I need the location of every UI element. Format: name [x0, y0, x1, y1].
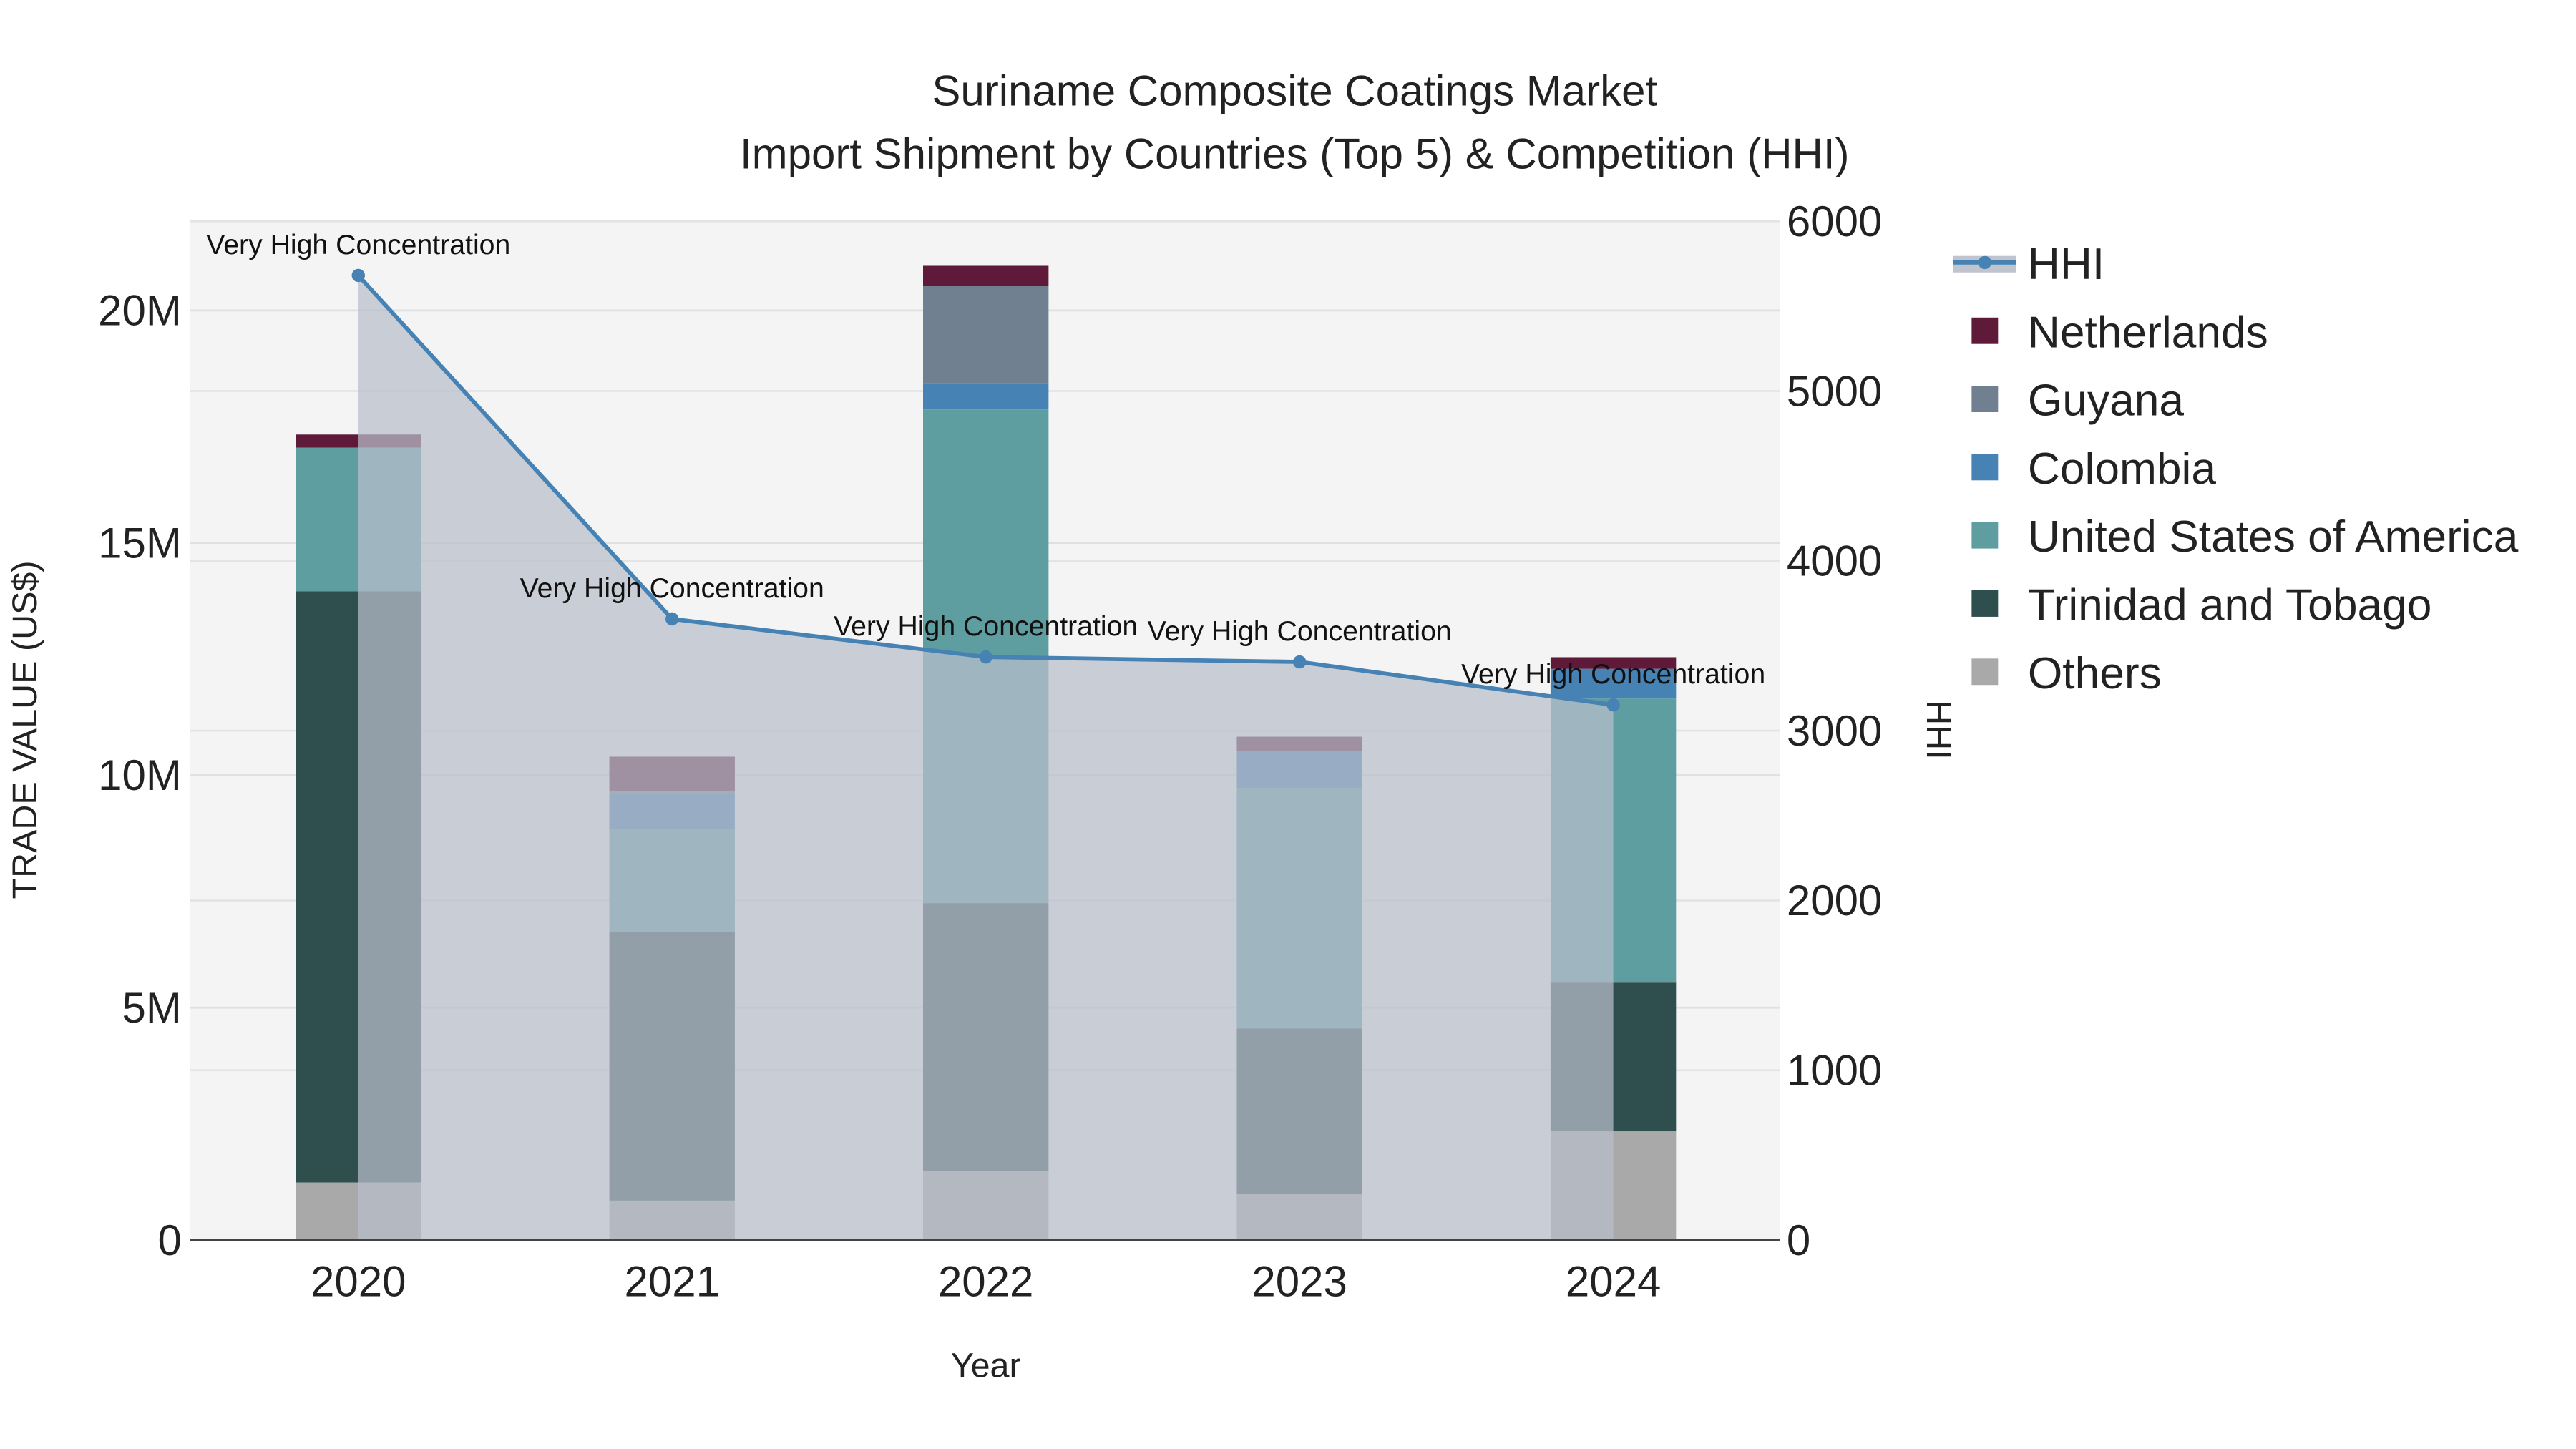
hhi-point-2024 — [1606, 698, 1620, 712]
x-tick-label: 2023 — [1252, 1258, 1347, 1306]
hhi-point-2021 — [665, 612, 679, 626]
y-tick-label: 15M — [98, 519, 182, 567]
x-tick-label: 2020 — [311, 1258, 406, 1306]
y2-tick-label: 5000 — [1787, 367, 1882, 415]
y-tick-label: 5M — [122, 984, 181, 1032]
legend-label: Trinidad and Tobago — [2028, 581, 2432, 630]
x-tick-label: 2024 — [1566, 1258, 1661, 1306]
y-tick-label: 0 — [157, 1216, 181, 1264]
bar-guyana-2022 — [923, 286, 1049, 384]
hhi-point-2023 — [1292, 655, 1307, 669]
y2-tick-label: 4000 — [1787, 537, 1882, 585]
legend-label: Netherlands — [2028, 308, 2268, 357]
bar-netherlands-2022 — [923, 265, 1049, 286]
chart-subtitle: Import Shipment by Countries (Top 5) & C… — [740, 130, 1850, 177]
legend-swatch-united-states-of-america — [1971, 522, 1999, 549]
legend-label: HHI — [2028, 240, 2104, 289]
chart-title: Suriname Composite Coatings Market — [932, 67, 1657, 115]
hhi-annotation: Very High Concentration — [1461, 658, 1765, 690]
x-tick-label: 2022 — [938, 1258, 1033, 1306]
x-tick-label: 2021 — [624, 1258, 719, 1306]
legend-swatch-hhi-marker — [1978, 255, 1992, 270]
y2-tick-label: 2000 — [1787, 877, 1882, 924]
hhi-point-2020 — [351, 268, 365, 283]
bar-colombia-2022 — [923, 383, 1049, 410]
legend-label: Colombia — [2028, 444, 2217, 494]
hhi-annotation: Very High Concentration — [1148, 615, 1452, 647]
hhi-annotation: Very High Concentration — [520, 572, 824, 604]
hhi-point-2022 — [979, 650, 992, 664]
legend: HHI Netherlands Guyana Colombia United State… — [1953, 240, 2519, 698]
legend-swatch-others — [1971, 658, 1999, 686]
hhi-annotation: Very High Concentration — [834, 610, 1138, 642]
legend-swatch-trinidad-and-tobago — [1971, 590, 1999, 617]
y-axis-title: TRADE VALUE (US$) — [6, 561, 44, 899]
y2-tick-label: 3000 — [1787, 707, 1882, 755]
y2-tick-label: 0 — [1787, 1216, 1810, 1264]
legend-swatch-colombia — [1971, 454, 1999, 481]
x-axis-title: Year — [951, 1347, 1021, 1385]
y2-tick-label: 1000 — [1787, 1047, 1882, 1095]
legend-label: Guyana — [2028, 376, 2185, 426]
chart: Suriname Composite Coatings Market Impor… — [6, 67, 2519, 1385]
y-tick-label: 10M — [98, 751, 182, 799]
y2-tick-label: 6000 — [1787, 197, 1882, 245]
legend-swatch-netherlands — [1971, 317, 1999, 344]
legend-label: Others — [2028, 649, 2162, 698]
y-tick-label: 20M — [98, 287, 182, 335]
y2-axis-title: HHI — [1919, 700, 1958, 759]
legend-swatch-guyana — [1971, 386, 1999, 412]
legend-label: United States of America — [2028, 512, 2519, 562]
hhi-annotation: Very High Concentration — [206, 229, 510, 260]
